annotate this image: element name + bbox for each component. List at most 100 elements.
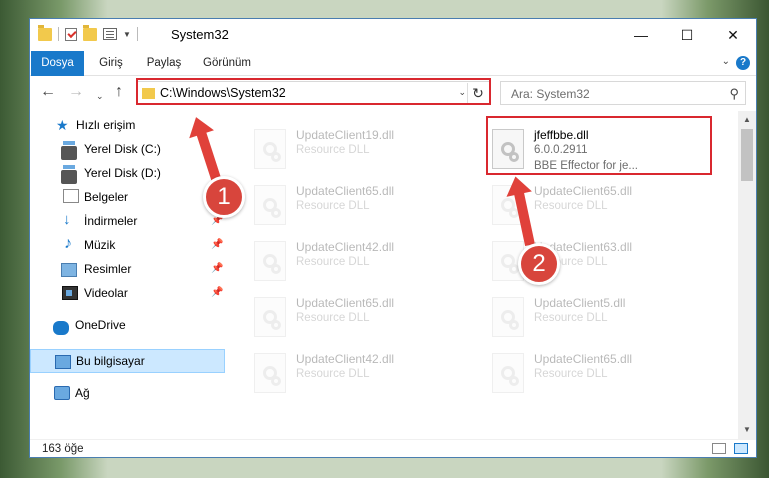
maximize-button[interactable]: ☐	[664, 19, 710, 51]
dll-file-icon	[492, 353, 524, 393]
dll-file-icon	[254, 185, 286, 225]
sidebar-item-music[interactable]: ♪ Müzik 📌	[30, 233, 225, 257]
file-name: UpdateClient65.dll	[296, 184, 395, 198]
music-icon: ♪	[64, 235, 72, 252]
file-item[interactable]: UpdateClient5.dll Resource DLL	[492, 293, 712, 345]
back-arrow-icon[interactable]: ←	[40, 84, 56, 100]
file-item[interactable]: UpdateClient42.dll Resource DLL	[254, 237, 474, 289]
scroll-down-icon[interactable]: ▼	[738, 421, 756, 439]
scroll-up-icon[interactable]: ▲	[738, 111, 756, 129]
file-name: UpdateClient19.dll	[296, 128, 395, 142]
sidebar-item-label: Hızlı erişim	[76, 118, 136, 132]
file-name: UpdateClient65.dll	[534, 184, 633, 198]
title-bar: ▼ System32 — ☐ ✕	[30, 19, 756, 51]
pin-icon[interactable]: 📌	[211, 239, 223, 250]
sidebar-item-label: Yerel Disk (C:)	[84, 142, 161, 156]
star-icon: ★	[56, 117, 69, 133]
step-badge-2: 2	[518, 243, 560, 285]
file-item[interactable]: UpdateClient65.dll Resource DLL	[254, 181, 474, 233]
sidebar-item-videos[interactable]: Videolar 📌	[30, 281, 225, 305]
navigation-pane: ★ Hızlı erişim Yerel Disk (C:) Yerel Dis…	[30, 111, 225, 439]
dll-file-icon	[254, 241, 286, 281]
sidebar-item-label: Müzik	[84, 238, 116, 252]
step-badge-1: 1	[203, 176, 245, 218]
dll-file-icon	[254, 297, 286, 337]
video-icon	[62, 286, 78, 300]
file-description: Resource DLL	[296, 200, 370, 212]
dll-file-icon	[492, 297, 524, 337]
disk-icon	[61, 141, 77, 160]
file-item[interactable]: UpdateClient42.dll Resource DLL	[254, 349, 474, 401]
file-description: Resource DLL	[296, 256, 370, 268]
scrollbar-thumb[interactable]	[741, 129, 753, 181]
file-name: UpdateClient65.dll	[296, 296, 395, 310]
tab-share[interactable]: Paylaş	[142, 51, 186, 75]
expand-ribbon-icon[interactable]: ⌄	[722, 56, 730, 67]
customize-toolbar-dropdown-icon[interactable]: ▼	[123, 30, 131, 39]
minimize-button[interactable]: —	[618, 19, 664, 51]
pin-icon[interactable]: 📌	[211, 263, 223, 274]
large-icons-view-icon[interactable]	[734, 443, 748, 454]
new-folder-icon[interactable]	[83, 24, 97, 41]
sidebar-item-label: Yerel Disk (D:)	[84, 166, 161, 180]
dll-file-icon	[254, 129, 286, 169]
pin-icon[interactable]: 📌	[211, 287, 223, 298]
file-description: Resource DLL	[534, 312, 608, 324]
up-arrow-icon[interactable]: ↑	[115, 84, 123, 100]
sidebar-item-local-disk-c[interactable]: Yerel Disk (C:)	[30, 137, 225, 161]
sidebar-item-onedrive[interactable]: OneDrive	[30, 313, 225, 337]
file-name: UpdateClient42.dll	[296, 352, 395, 366]
address-bar-highlight	[136, 78, 491, 105]
sidebar-item-downloads[interactable]: ↓ İndirmeler 📌	[30, 209, 225, 233]
sidebar-item-label: İndirmeler	[84, 214, 138, 228]
sidebar-item-this-pc[interactable]: Bu bilgisayar	[30, 349, 225, 373]
file-item[interactable]: UpdateClient65.dll Resource DLL	[254, 293, 474, 345]
properties-check-icon[interactable]	[65, 27, 77, 41]
computer-icon	[55, 355, 71, 369]
status-bar: 163 öğe	[30, 439, 756, 457]
sidebar-item-label: Bu bilgisayar	[76, 354, 145, 368]
file-item[interactable]: UpdateClient65.dll Resource DLL	[492, 349, 712, 401]
sidebar-item-pictures[interactable]: Resimler 📌	[30, 257, 225, 281]
pictures-icon	[61, 263, 77, 277]
file-description: Resource DLL	[296, 368, 370, 380]
file-description: Resource DLL	[296, 312, 370, 324]
file-name: UpdateClient42.dll	[296, 240, 395, 254]
file-description: Resource DLL	[296, 144, 370, 156]
file-item[interactable]: UpdateClient19.dll Resource DLL	[254, 125, 474, 177]
document-icon	[63, 189, 79, 203]
download-icon: ↓	[63, 211, 71, 228]
cloud-icon	[53, 321, 69, 335]
sidebar-item-label: Videolar	[84, 286, 128, 300]
help-icon[interactable]: ?	[736, 56, 750, 70]
forward-arrow-icon[interactable]: →	[68, 84, 84, 100]
vertical-scrollbar[interactable]: ▲ ▼	[738, 111, 756, 439]
network-icon	[54, 386, 70, 400]
tab-home[interactable]: Giriş	[92, 51, 130, 75]
tab-view[interactable]: Görünüm	[200, 51, 254, 75]
sidebar-item-local-disk-d[interactable]: Yerel Disk (D:)	[30, 161, 225, 185]
file-name: UpdateClient65.dll	[534, 352, 633, 366]
file-description: Resource DLL	[534, 368, 608, 380]
close-button[interactable]: ✕	[710, 19, 756, 51]
file-highlight	[486, 116, 712, 175]
file-name: UpdateClient5.dll	[534, 296, 626, 310]
recent-locations-icon[interactable]: ⌄	[96, 88, 104, 104]
ribbon-tabs: Dosya Giriş Paylaş Görünüm ⌄ ?	[30, 51, 756, 103]
file-description: Resource DLL	[534, 200, 608, 212]
item-count: 163 öğe	[42, 443, 84, 455]
search-input[interactable]: Ara: System32 ⚲	[500, 81, 746, 105]
dll-file-icon	[254, 353, 286, 393]
search-icon[interactable]: ⚲	[729, 86, 739, 102]
disk-icon	[61, 165, 77, 184]
sidebar-item-label: Belgeler	[84, 190, 129, 204]
sidebar-item-label: Resimler	[84, 262, 132, 276]
quick-access-toolbar: ▼	[38, 24, 138, 41]
window-title: System32	[171, 27, 229, 42]
view-options-icon[interactable]	[103, 28, 117, 40]
toolbar-divider	[58, 27, 59, 41]
sidebar-item-label: Ağ	[75, 386, 90, 400]
sidebar-item-documents[interactable]: Belgeler	[30, 185, 225, 209]
details-view-icon[interactable]	[712, 443, 726, 454]
sidebar-item-network[interactable]: Ağ	[30, 381, 225, 405]
